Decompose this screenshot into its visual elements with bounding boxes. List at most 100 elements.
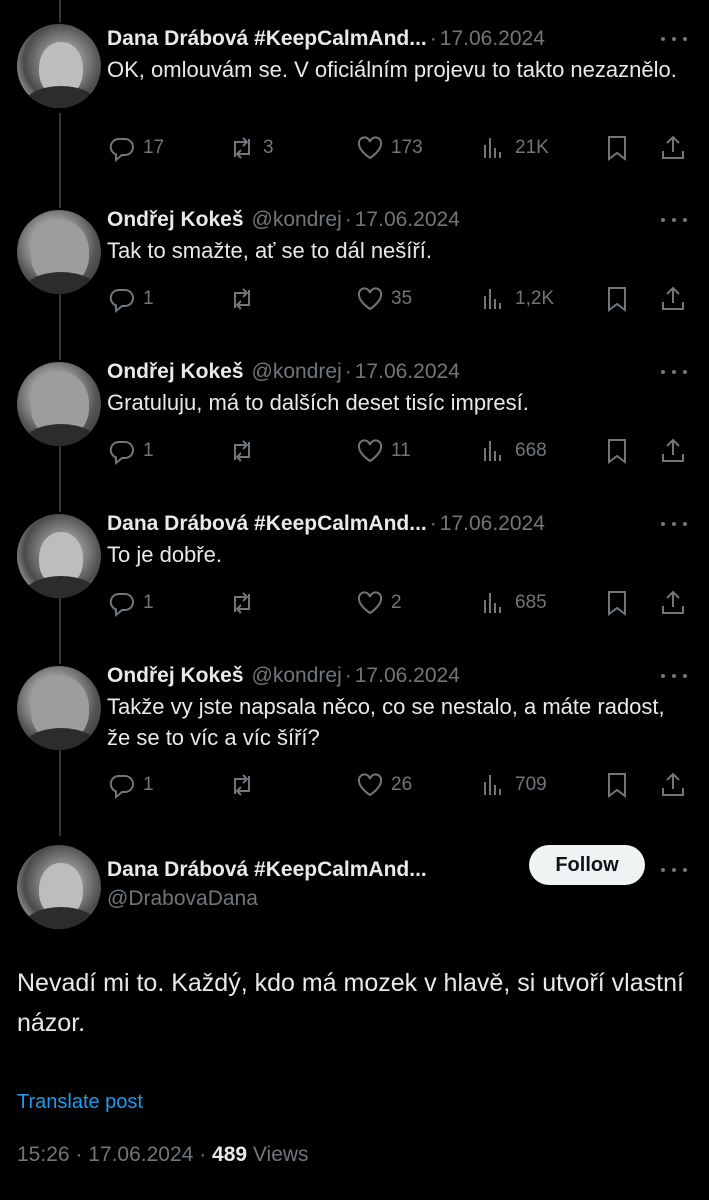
tweet-header: Dana Drábová #KeepCalmAnd... · 17.06.202… xyxy=(107,24,545,54)
repost-button[interactable]: 3 xyxy=(227,133,274,163)
bookmark-button[interactable] xyxy=(602,770,632,800)
reply-button[interactable]: 17 xyxy=(107,133,164,163)
bookmark-button[interactable] xyxy=(602,436,632,466)
avatar[interactable] xyxy=(17,666,101,750)
tweet-date[interactable]: 17.06.2024 xyxy=(355,360,460,384)
more-icon[interactable] xyxy=(659,28,689,50)
tweet-meta: 15:26 · 17.06.2024 · 489 Views xyxy=(17,1143,309,1167)
bookmark-icon xyxy=(608,136,626,161)
action-bar: 1 11 668 xyxy=(107,436,687,466)
author-handle[interactable]: @kondrej xyxy=(252,664,342,688)
separator-dot: · xyxy=(344,664,352,687)
views-button[interactable]: 709 xyxy=(479,770,547,800)
tweet-text: Tak to smažte, ať se to dál nešíří. xyxy=(107,238,432,263)
share-button[interactable] xyxy=(658,588,688,618)
more-icon[interactable] xyxy=(659,361,689,383)
tweet-date[interactable]: 17.06.2024 xyxy=(440,512,545,536)
views-icon xyxy=(484,775,501,795)
tweet-header: Ondřej Kokeš @kondrej · 17.06.2024 xyxy=(107,357,460,387)
reply-button[interactable]: 1 xyxy=(107,770,154,800)
like-icon xyxy=(357,591,383,615)
author-name[interactable]: Dana Drábová #KeepCalmAnd... xyxy=(107,512,427,536)
reply-button[interactable]: 1 xyxy=(107,436,154,466)
avatar[interactable] xyxy=(17,845,101,929)
share-button[interactable] xyxy=(658,284,688,314)
share-icon xyxy=(662,135,684,159)
author-name[interactable]: Ondřej Kokeš xyxy=(107,664,244,688)
tweet-time[interactable]: 15:26 xyxy=(17,1143,70,1166)
separator-dot: · xyxy=(429,512,437,535)
author-name[interactable]: Dana Drábová #KeepCalmAnd... xyxy=(107,858,427,882)
tweet-header: Ondřej Kokeš @kondrej · 17.06.2024 xyxy=(107,205,460,235)
repost-icon xyxy=(234,440,250,462)
share-button[interactable] xyxy=(658,436,688,466)
repost-button[interactable] xyxy=(227,436,263,466)
more-icon[interactable] xyxy=(659,859,689,881)
tweet-date[interactable]: 17.06.2024 xyxy=(440,27,545,51)
author-handle[interactable]: @kondrej xyxy=(252,208,342,232)
author-handle[interactable]: @DrabovaDana xyxy=(107,887,258,911)
tweet-date[interactable]: 17.06.2024 xyxy=(88,1143,193,1166)
reply-button[interactable]: 1 xyxy=(107,284,154,314)
more-icon[interactable] xyxy=(659,209,689,231)
tweet-date[interactable]: 17.06.2024 xyxy=(355,208,460,232)
tweet-text: Nevadí mi to. Každý, kdo má mozek v hlav… xyxy=(17,969,684,1037)
tweet-text: Takže vy jste napsala něco, co se nestal… xyxy=(107,694,665,750)
reply-button[interactable]: 1 xyxy=(107,588,154,618)
bookmark-button[interactable] xyxy=(602,284,632,314)
views-count: 1,2K xyxy=(515,288,555,309)
avatar[interactable] xyxy=(17,24,101,108)
action-bar: 1 2 685 xyxy=(107,588,687,618)
bookmark-icon xyxy=(608,591,626,616)
like-button[interactable]: 2 xyxy=(355,588,402,618)
views-icon xyxy=(484,593,501,613)
reply-count: 1 xyxy=(143,774,154,795)
views-count: 685 xyxy=(515,592,547,613)
views-count: 709 xyxy=(515,774,547,795)
share-icon xyxy=(662,772,684,796)
views-button[interactable]: 1,2K xyxy=(479,284,554,314)
separator-dot: · xyxy=(344,360,352,383)
like-icon xyxy=(357,136,383,160)
bookmark-button[interactable] xyxy=(602,133,632,163)
avatar[interactable] xyxy=(17,514,101,598)
share-button[interactable] xyxy=(658,770,688,800)
share-icon xyxy=(662,590,684,614)
views-button[interactable]: 685 xyxy=(479,588,547,618)
follow-button[interactable]: Follow xyxy=(529,845,645,885)
reply-count: 1 xyxy=(143,592,154,613)
repost-button[interactable] xyxy=(227,588,263,618)
share-button[interactable] xyxy=(658,133,688,163)
like-button[interactable]: 11 xyxy=(355,436,411,466)
views-button[interactable]: 21K xyxy=(479,133,549,163)
author-handle[interactable]: @kondrej xyxy=(252,360,342,384)
like-icon xyxy=(357,287,383,311)
author-name[interactable]: Ondřej Kokeš xyxy=(107,208,244,232)
avatar[interactable] xyxy=(17,362,101,446)
more-icon[interactable] xyxy=(659,665,689,687)
views-button[interactable]: 668 xyxy=(479,436,547,466)
action-bar: 1 35 1,2K xyxy=(107,284,687,314)
thread-line xyxy=(59,444,61,512)
more-icon[interactable] xyxy=(659,513,689,535)
action-bar: 1 26 709 xyxy=(107,770,687,800)
translate-link[interactable]: Translate post xyxy=(17,1091,143,1114)
bookmark-button[interactable] xyxy=(602,588,632,618)
like-button[interactable]: 35 xyxy=(355,284,412,314)
author-name[interactable]: Dana Drábová #KeepCalmAnd... xyxy=(107,27,427,51)
separator-dot: · xyxy=(75,1143,89,1166)
avatar[interactable] xyxy=(17,210,101,294)
views-count[interactable]: 489 xyxy=(212,1143,247,1166)
separator-dot: · xyxy=(199,1143,213,1166)
author-name[interactable]: Ondřej Kokeš xyxy=(107,360,244,384)
repost-button[interactable] xyxy=(227,284,263,314)
like-button[interactable]: 26 xyxy=(355,770,412,800)
views-label: Views xyxy=(252,1143,309,1166)
tweet-date[interactable]: 17.06.2024 xyxy=(355,664,460,688)
thread-line xyxy=(59,748,61,836)
repost-button[interactable] xyxy=(227,770,263,800)
like-count: 26 xyxy=(391,774,413,795)
bookmark-icon xyxy=(608,287,626,312)
like-button[interactable]: 173 xyxy=(355,133,423,163)
views-count: 668 xyxy=(515,440,547,461)
